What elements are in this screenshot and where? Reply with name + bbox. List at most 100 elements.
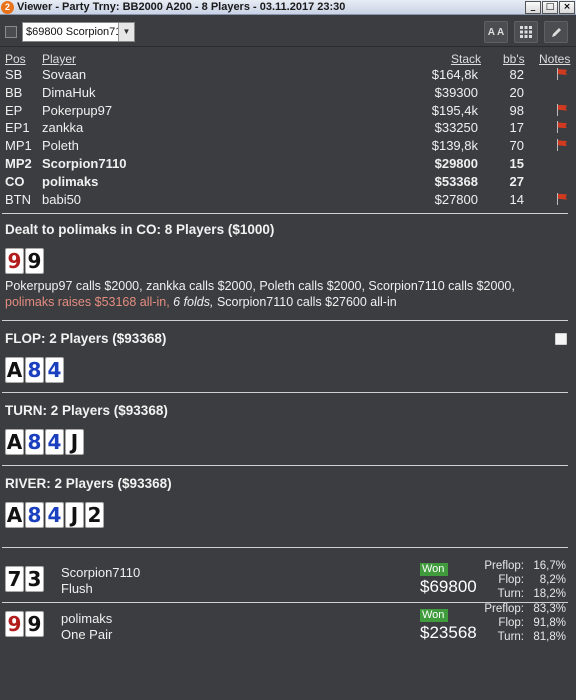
divider bbox=[2, 213, 568, 214]
player-name: babi50 bbox=[42, 191, 82, 207]
turn-title: TURN: 2 Players ($93368) bbox=[5, 403, 168, 418]
player-stack: $29800 bbox=[434, 156, 478, 171]
preflop-actions: Pokerpup97 calls $2000, zankka calls $20… bbox=[5, 278, 570, 310]
player-row[interactable]: EP Pokerpup97 $195,4k 98 bbox=[0, 102, 576, 119]
board-card: A bbox=[5, 429, 24, 455]
player-stack: $39300 bbox=[434, 84, 478, 100]
player-row[interactable]: BTN babi50 $27800 14 bbox=[0, 191, 576, 208]
player-bbs: 98 bbox=[509, 102, 524, 118]
toolbar: $69800 Scorpion71 ▼ A A bbox=[0, 16, 576, 47]
player-pos: SB bbox=[5, 67, 23, 82]
result-card: 9 bbox=[5, 611, 24, 637]
player-pos: MP2 bbox=[5, 156, 32, 171]
col-header-notes[interactable]: Notes bbox=[539, 52, 570, 66]
player-row[interactable]: MP1 Poleth $139,8k 70 bbox=[0, 137, 576, 154]
raise-action: polimaks raises $53168 all-in, bbox=[5, 295, 170, 309]
board-card: 2 bbox=[85, 502, 104, 528]
player-name: polimaks bbox=[42, 173, 99, 189]
window-title: Viewer - Party Trny: BB2000 A200 - 8 Pla… bbox=[17, 1, 346, 13]
preflop-title: Dealt to polimaks in CO: 8 Players ($100… bbox=[5, 222, 275, 237]
result-card: 3 bbox=[25, 566, 44, 592]
note-flag-icon[interactable] bbox=[556, 192, 567, 205]
player-bbs: 82 bbox=[509, 67, 524, 82]
grid-icon bbox=[520, 26, 532, 38]
divider bbox=[2, 547, 568, 548]
divider bbox=[2, 392, 568, 393]
equity-value: 18,2% bbox=[533, 588, 566, 600]
note-icon[interactable] bbox=[555, 333, 567, 345]
board-card: 8 bbox=[25, 502, 44, 528]
note-flag-icon[interactable] bbox=[556, 68, 567, 80]
window-titlebar[interactable]: 2 Viewer - Party Trny: BB2000 A200 - 8 P… bbox=[0, 0, 576, 15]
board-card: A bbox=[5, 502, 24, 528]
note-flag-icon[interactable] bbox=[556, 103, 567, 116]
player-pos: CO bbox=[5, 173, 25, 189]
equity-value: 16,7% bbox=[533, 560, 566, 572]
river-title: RIVER: 2 Players ($93368) bbox=[5, 476, 172, 491]
player-row[interactable]: BB DimaHuk $39300 20 bbox=[0, 84, 576, 101]
result-row: 9 9 polimaks One Pair Won $23568 Preflop: 83,3%… bbox=[0, 603, 576, 648]
result-card: 7 bbox=[5, 566, 24, 592]
minimize-button[interactable]: _ bbox=[525, 1, 541, 14]
player-stack: $33250 bbox=[434, 120, 478, 136]
app-icon: 2 bbox=[1, 0, 14, 14]
result-row: 7 3 Scorpion7110 Flush Won $69800 Preflop: 16,7… bbox=[0, 560, 576, 605]
folds-action: 6 folds, bbox=[173, 295, 214, 309]
player-row[interactable]: CO polimaks $53368 27 bbox=[0, 173, 576, 190]
close-button[interactable]: × bbox=[559, 1, 575, 14]
edit-button[interactable] bbox=[544, 21, 568, 43]
won-badge: Won bbox=[420, 563, 448, 576]
player-row[interactable]: EP1 zankka $33250 17 bbox=[0, 119, 576, 136]
note-flag-icon[interactable] bbox=[556, 139, 567, 152]
hand-select-value: $69800 Scorpion71 bbox=[26, 26, 118, 38]
board-card: J bbox=[65, 502, 84, 528]
result-cards: 73 bbox=[5, 566, 44, 592]
col-header-stack[interactable]: Stack bbox=[451, 52, 481, 66]
preflop-actions-line1: Pokerpup97 calls $2000, zankka calls $20… bbox=[5, 279, 515, 293]
equity-value: 91,8% bbox=[533, 617, 566, 629]
equity-value: 8,2% bbox=[539, 574, 566, 586]
board-card: 4 bbox=[45, 357, 64, 383]
player-stack: $164,8k bbox=[431, 67, 478, 82]
equity-label: Flop: bbox=[498, 574, 524, 586]
hole-card: 9 bbox=[5, 248, 24, 274]
board-card: 8 bbox=[25, 357, 44, 383]
maximize-button[interactable]: □ bbox=[542, 1, 558, 14]
board-card: J bbox=[65, 429, 84, 455]
grid-button[interactable] bbox=[514, 21, 538, 43]
player-stack: $53368 bbox=[434, 173, 478, 189]
player-stack: $27800 bbox=[434, 191, 478, 207]
player-stack: $139,8k bbox=[431, 138, 478, 154]
font-size-icon: A A bbox=[487, 26, 505, 38]
hand-checkbox[interactable] bbox=[5, 26, 17, 38]
col-header-player[interactable]: Player bbox=[42, 52, 76, 66]
pencil-icon bbox=[551, 27, 561, 37]
hole-card: 9 bbox=[25, 248, 44, 274]
board-card: 4 bbox=[45, 429, 64, 455]
board-card: 4 bbox=[45, 502, 64, 528]
player-row[interactable]: SB Sovaan $164,8k 82 bbox=[0, 66, 576, 83]
hand-select[interactable]: $69800 Scorpion71 ▼ bbox=[22, 22, 135, 42]
note-flag-icon[interactable] bbox=[556, 121, 567, 134]
result-player: Scorpion7110 bbox=[61, 565, 141, 580]
player-name: Scorpion7110 bbox=[42, 156, 127, 171]
result-card: 9 bbox=[25, 611, 44, 637]
equity-label: Turn: bbox=[497, 631, 524, 643]
equity-label: Turn: bbox=[497, 588, 524, 600]
hole-cards: 99 bbox=[5, 248, 44, 274]
divider bbox=[2, 320, 568, 321]
divider bbox=[2, 465, 568, 466]
col-header-pos[interactable]: Pos bbox=[5, 52, 26, 66]
result-cards: 99 bbox=[5, 611, 44, 637]
player-bbs: 14 bbox=[509, 191, 524, 207]
player-bbs: 70 bbox=[509, 138, 524, 154]
col-header-bbs[interactable]: bb's bbox=[503, 52, 525, 66]
divider bbox=[2, 602, 568, 603]
chevron-down-icon[interactable]: ▼ bbox=[118, 23, 134, 41]
player-pos: BTN bbox=[5, 191, 31, 207]
window-controls: _ □ × bbox=[525, 1, 575, 14]
equity-label: Flop: bbox=[498, 617, 524, 629]
font-size-button[interactable]: A A bbox=[484, 21, 508, 43]
player-pos: EP bbox=[5, 102, 23, 118]
player-row[interactable]: MP2 Scorpion7110 $29800 15 bbox=[0, 155, 576, 172]
